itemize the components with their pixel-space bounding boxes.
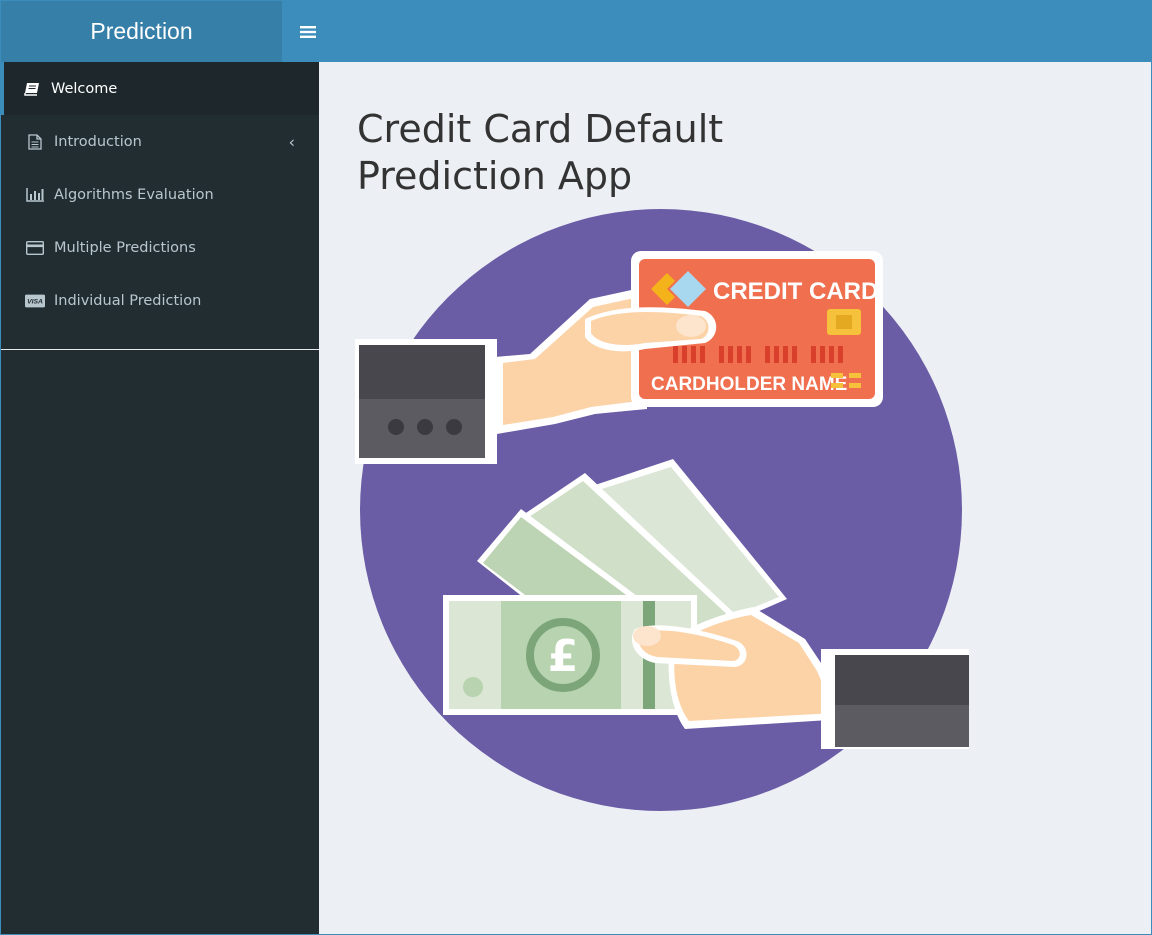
card-title-text: CREDIT CARD <box>713 278 878 305</box>
sidebar-item-welcome[interactable]: Welcome <box>1 62 319 115</box>
sidebar-item-introduction[interactable]: Introduction ‹ <box>1 115 319 168</box>
svg-text:VISA: VISA <box>27 298 43 305</box>
chevron-left-icon: ‹ <box>288 132 295 151</box>
sidebar-menu: Welcome Introduction ‹ Algorithms Evalua… <box>1 62 319 350</box>
upper-sleeve <box>355 339 497 464</box>
top-header: Prediction <box>1 1 1151 62</box>
credit-card-payment-illustration: CREDIT CARD CARDHOLDER NAME £ <box>355 209 969 811</box>
sidebar: Welcome Introduction ‹ Algorithms Evalua… <box>1 62 319 934</box>
sidebar-item-label: Algorithms Evaluation <box>54 186 214 203</box>
sidebar-item-label: Welcome <box>51 80 118 97</box>
sidebar-item-algorithms-evaluation[interactable]: Algorithms Evaluation <box>1 168 319 221</box>
book-icon <box>22 81 42 97</box>
visa-card-icon: VISA <box>25 293 45 309</box>
sidebar-toggle-button[interactable] <box>282 1 334 62</box>
sidebar-item-multiple-predictions[interactable]: Multiple Predictions <box>1 221 319 274</box>
app-window: Prediction Welcome Introduction ‹ Algori… <box>0 0 1152 935</box>
credit-card-icon <box>25 240 45 256</box>
hamburger-icon <box>300 25 316 38</box>
sidebar-item-label: Multiple Predictions <box>54 239 196 256</box>
card-holder-text: CARDHOLDER NAME <box>651 374 847 395</box>
main-content: Credit Card Default Prediction App CREDI… <box>319 62 1151 934</box>
page-title: Credit Card Default Prediction App <box>357 107 724 198</box>
sidebar-item-label: Individual Prediction <box>54 292 202 309</box>
pound-symbol: £ <box>548 631 579 682</box>
lower-sleeve <box>821 649 969 749</box>
brand-logo[interactable]: Prediction <box>1 1 282 62</box>
document-icon <box>25 133 45 150</box>
sidebar-item-individual-prediction[interactable]: VISA Individual Prediction <box>1 274 319 327</box>
bar-chart-icon <box>25 187 45 203</box>
sidebar-item-label: Introduction <box>54 133 142 150</box>
